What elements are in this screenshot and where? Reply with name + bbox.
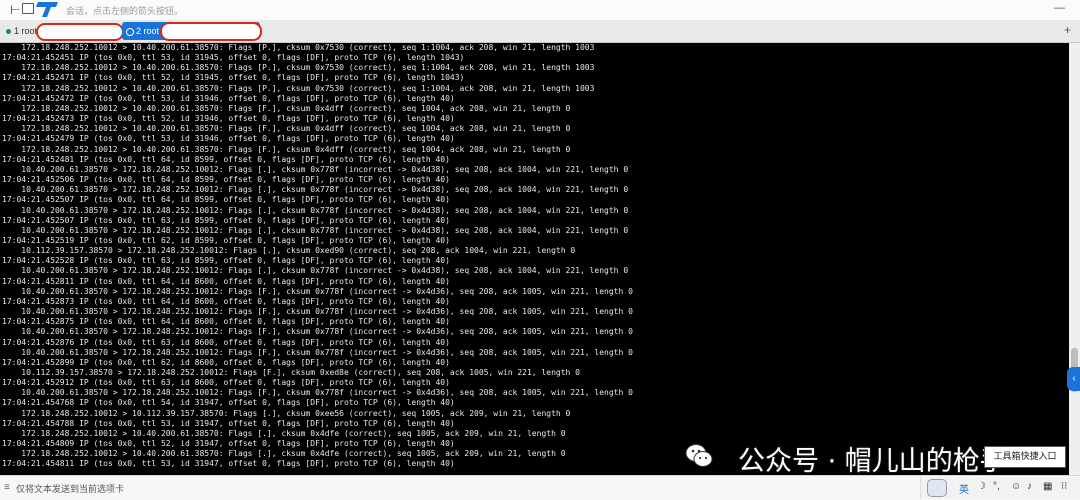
system-tray: 英 ☽ °, ☺ ♪ ▦ ⁝⁝ <box>920 477 1080 499</box>
connected-status-icon <box>6 29 11 35</box>
mic-icon[interactable]: ♪ <box>1027 481 1032 492</box>
session-tab-bar: 1 root 2 root + <box>0 20 1080 43</box>
moon-icon[interactable]: ☽ <box>977 481 986 492</box>
pin-icon[interactable]: ⊢ <box>10 3 20 17</box>
input-method-indicator[interactable]: 英 <box>959 481 969 496</box>
add-tab-button[interactable]: + <box>1064 23 1071 37</box>
wechat-icon <box>685 444 713 467</box>
app-logo-icon <box>36 2 58 17</box>
minimize-button[interactable]: — <box>1054 2 1065 14</box>
punctuation-icon[interactable]: °, <box>993 481 1000 492</box>
tab-label: 2 root <box>136 26 160 36</box>
terminal-text: 172.18.248.252.10012 > 10.40.200.61.3857… <box>2 43 633 469</box>
expand-panel-button[interactable]: ‹ <box>1067 367 1080 391</box>
send-bar-text[interactable]: 仅将文本发送到当前选项卡 <box>16 482 124 495</box>
redacted-hostname-2 <box>160 22 262 41</box>
connected-status-icon <box>126 27 134 36</box>
toolbar-hint: 会话，点击左侧的箭头按钮。 <box>66 7 184 17</box>
send-bar: ≡ 仅将文本发送到当前选项卡 <box>0 475 1080 500</box>
keyboard-icon[interactable]: ▦ <box>1043 481 1052 492</box>
terminal-output[interactable]: 172.18.248.252.10012 > 10.40.200.61.3857… <box>0 43 1069 475</box>
watermark-text: 公众号 · 帽儿山的枪手 <box>738 446 1007 477</box>
terminal-scrollbar[interactable] <box>1069 43 1080 475</box>
grid-icon[interactable]: ⁝⁝ <box>1061 481 1067 492</box>
menu-icon[interactable]: ≡ <box>4 482 10 493</box>
folder-icon[interactable] <box>22 3 34 14</box>
top-toolbar: ⊢ 会话，点击左侧的箭头按钮。 — <box>0 0 1080 21</box>
toolbox-shortcut[interactable]: 工具箱快捷入口 <box>984 446 1066 468</box>
emoji-icon[interactable]: ☺ <box>1011 481 1021 492</box>
tab-label: 1 root <box>14 26 38 36</box>
redacted-hostname-1 <box>36 23 124 41</box>
assistant-icon[interactable] <box>927 479 947 497</box>
